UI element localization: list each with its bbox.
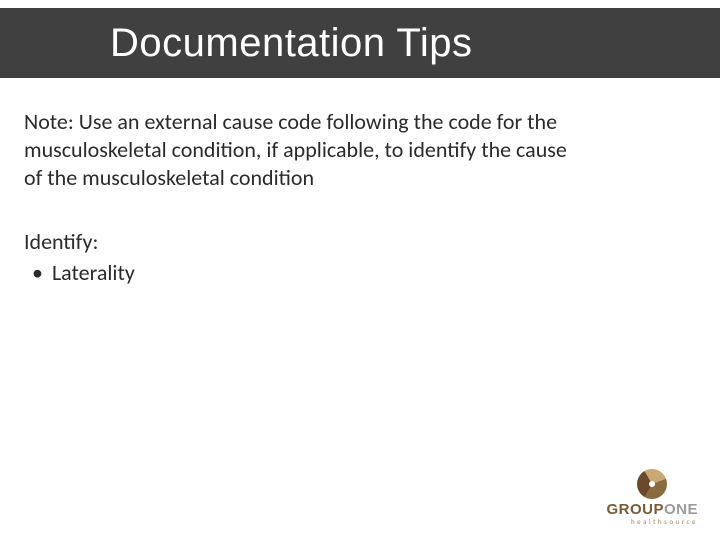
list-item: Laterality [32,259,590,287]
slide-title: Documentation Tips [110,21,473,66]
logo-text: GROUPONE [606,501,698,518]
note-text: Note: Use an external cause code followi… [24,108,590,192]
bullet-list: Laterality [24,259,590,287]
logo-swirl-icon [637,469,667,499]
content-area: Note: Use an external cause code followi… [24,108,590,287]
identify-label: Identify: [24,228,590,256]
title-bar: Documentation Tips [0,8,720,78]
logo-subtext: healthsource [606,517,698,526]
logo-word1: GROUP [606,501,664,518]
logo-word2: ONE [664,501,698,518]
logo: GROUPONE healthsource [606,469,698,526]
